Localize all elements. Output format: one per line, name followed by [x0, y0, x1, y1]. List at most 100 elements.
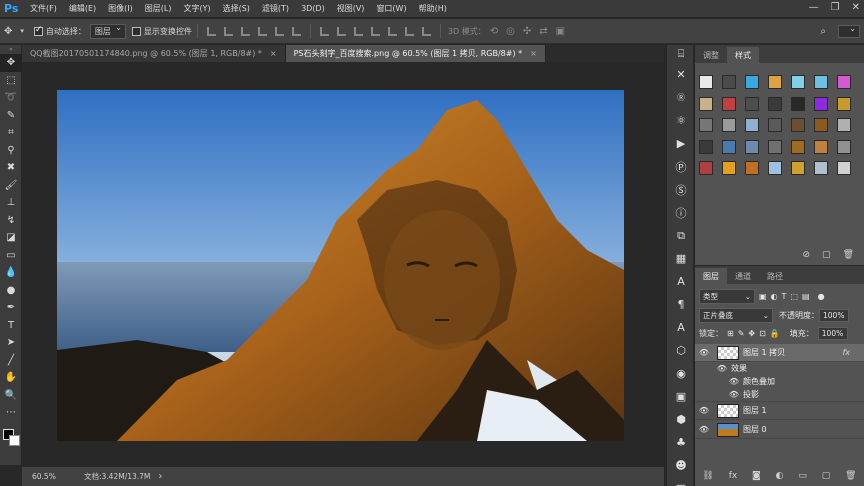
style-swatch[interactable] — [722, 139, 736, 154]
layer-row-1-copy[interactable]: 👁 图层 1 拷贝 fx — [695, 344, 864, 362]
style-swatch[interactable] — [745, 161, 759, 175]
style-swatch[interactable] — [768, 139, 782, 154]
filter-shape-icon[interactable]: ⬚ — [790, 292, 798, 301]
style-swatch[interactable] — [722, 96, 736, 111]
actions-play-icon[interactable]: ▶ — [667, 132, 695, 155]
auto-align-icon[interactable] — [421, 26, 431, 36]
style-swatch[interactable] — [699, 161, 713, 175]
pen-tool-icon[interactable]: ✒ — [0, 299, 22, 317]
style-swatch[interactable] — [791, 161, 805, 175]
status-menu-arrow[interactable]: › — [158, 471, 162, 482]
workspace-dropdown[interactable] — [838, 24, 860, 38]
adjustments-icon[interactable]: ♣ — [667, 431, 695, 454]
tab-document-2[interactable]: PS石头刻字_百度搜索.png @ 60.5% (图层 1 拷贝, RGB/8#… — [285, 45, 546, 62]
lock-transparent-icon[interactable]: ⊞ — [727, 329, 734, 338]
style-swatch[interactable] — [745, 75, 759, 89]
eraser-tool-icon[interactable]: ◪ — [0, 229, 22, 247]
document-canvas[interactable] — [57, 90, 624, 441]
tools-preset-icon[interactable]: ✕ — [667, 63, 695, 86]
paragraph-icon[interactable]: Ⓟ — [667, 155, 695, 178]
eye-icon[interactable]: 👁 — [725, 390, 743, 399]
add-mask-icon[interactable]: ◙ — [752, 471, 761, 481]
style-swatch[interactable] — [814, 75, 828, 89]
style-swatch[interactable] — [699, 139, 713, 154]
new-style-icon[interactable]: ▢ — [822, 250, 831, 260]
style-swatch[interactable] — [768, 161, 782, 175]
blur-tool-icon[interactable]: 💧 — [0, 264, 22, 282]
distribute-hcenter-icon[interactable] — [387, 26, 397, 36]
3d-slide-icon[interactable]: ⇄ — [539, 26, 547, 37]
crop-tool-icon[interactable]: ⌗ — [0, 124, 22, 142]
channels-icon[interactable]: ◉ — [667, 362, 695, 385]
search-icon[interactable]: ⌕ — [820, 26, 826, 37]
style-swatch[interactable] — [722, 161, 736, 175]
quick-select-tool-icon[interactable]: ✎ — [0, 107, 22, 125]
align-top-icon[interactable] — [206, 26, 216, 36]
effect-drop-shadow-row[interactable]: 👁 投影 — [695, 388, 864, 402]
3d-roll-icon[interactable]: ◎ — [506, 26, 515, 37]
style-swatch[interactable] — [837, 139, 851, 154]
layer-row-1[interactable]: 👁 图层 1 — [695, 402, 864, 420]
lock-image-icon[interactable]: ✎ — [738, 329, 745, 338]
style-swatch[interactable] — [768, 96, 782, 111]
eye-icon[interactable]: 👁 — [695, 406, 713, 415]
collapse-icon[interactable]: » — [0, 45, 22, 54]
styles-icon[interactable]: ☻ — [667, 454, 695, 477]
tab-document-1[interactable]: QQ截图20170501174840.png @ 60.5% (图层 1, RG… — [22, 45, 286, 62]
adjustment-layer-icon[interactable]: ◐ — [776, 471, 784, 481]
grid-icon[interactable]: ▦ — [667, 477, 695, 486]
show-transform-checkbox[interactable] — [131, 26, 141, 36]
lock-all-icon[interactable]: 🔒 — [770, 329, 780, 338]
lasso-tool-icon[interactable]: ➰ — [0, 89, 22, 107]
tab-paths[interactable]: 路径 — [759, 268, 791, 284]
style-swatch[interactable] — [768, 118, 782, 132]
gradient-tool-icon[interactable]: ▭ — [0, 247, 22, 265]
info-icon[interactable]: ⓘ — [667, 201, 695, 224]
filter-pixel-icon[interactable]: ▣ — [759, 292, 767, 301]
character-icon[interactable]: Ⓢ — [667, 178, 695, 201]
style-swatch[interactable] — [791, 75, 805, 89]
style-swatch[interactable] — [814, 139, 828, 154]
properties-icon[interactable]: A — [667, 316, 695, 339]
paragraph-style-icon[interactable]: ¶ — [667, 293, 695, 316]
eye-icon[interactable]: 👁 — [713, 364, 731, 373]
ra-icon[interactable]: Ⓡ — [667, 86, 695, 109]
swatches-icon[interactable]: ⬢ — [667, 408, 695, 431]
delete-layer-icon[interactable]: 🗑 — [845, 471, 856, 481]
distribute-bottom-icon[interactable] — [353, 26, 363, 36]
style-swatch[interactable] — [699, 75, 713, 89]
style-swatch[interactable] — [768, 75, 782, 89]
blend-mode-dropdown[interactable]: 正片叠底 ⌄ — [699, 308, 773, 323]
layer-filter-dropdown[interactable]: 类型 ⌄ — [699, 289, 755, 304]
style-swatch[interactable] — [791, 139, 805, 154]
distribute-left-icon[interactable] — [370, 26, 380, 36]
character-style-icon[interactable]: A — [667, 270, 695, 293]
close-icon[interactable]: × — [270, 49, 277, 58]
more-tools-icon[interactable]: ⋯ — [0, 404, 22, 422]
fx-badge[interactable]: fx — [842, 348, 850, 357]
style-swatch[interactable] — [814, 96, 828, 111]
layer-row-0[interactable]: 👁 图层 0 — [695, 421, 864, 439]
chevron-down-icon[interactable]: ▾ — [20, 27, 24, 35]
menu-view[interactable]: 视图(V) — [331, 3, 371, 14]
auto-select-dropdown[interactable]: 图层 — [89, 23, 126, 39]
filter-type-icon[interactable]: T — [782, 292, 787, 301]
style-swatch[interactable] — [745, 118, 759, 132]
fill-input[interactable]: 100% — [817, 327, 848, 340]
style-swatch[interactable] — [814, 161, 828, 175]
effect-color-overlay-row[interactable]: 👁 颜色叠加 — [695, 375, 864, 388]
restore-button[interactable]: ❐ — [831, 2, 840, 13]
new-group-icon[interactable]: ▭ — [798, 471, 807, 481]
background-color-swatch[interactable] — [9, 434, 20, 446]
align-hcenter-icon[interactable] — [274, 26, 284, 36]
lock-position-icon[interactable]: ✥ — [748, 329, 755, 338]
3d-icon[interactable]: ⚛ — [667, 109, 695, 132]
tab-styles[interactable]: 样式 — [727, 47, 759, 63]
menu-image[interactable]: 图像(I) — [102, 3, 139, 14]
eye-icon[interactable]: 👁 — [725, 377, 743, 386]
filter-toggle-icon[interactable]: ● — [818, 292, 825, 301]
style-swatch[interactable] — [791, 96, 805, 111]
menu-3d[interactable]: 3D(D) — [295, 4, 331, 13]
opacity-input[interactable]: 100% — [819, 309, 849, 322]
menu-file[interactable]: 文件(F) — [24, 3, 63, 14]
